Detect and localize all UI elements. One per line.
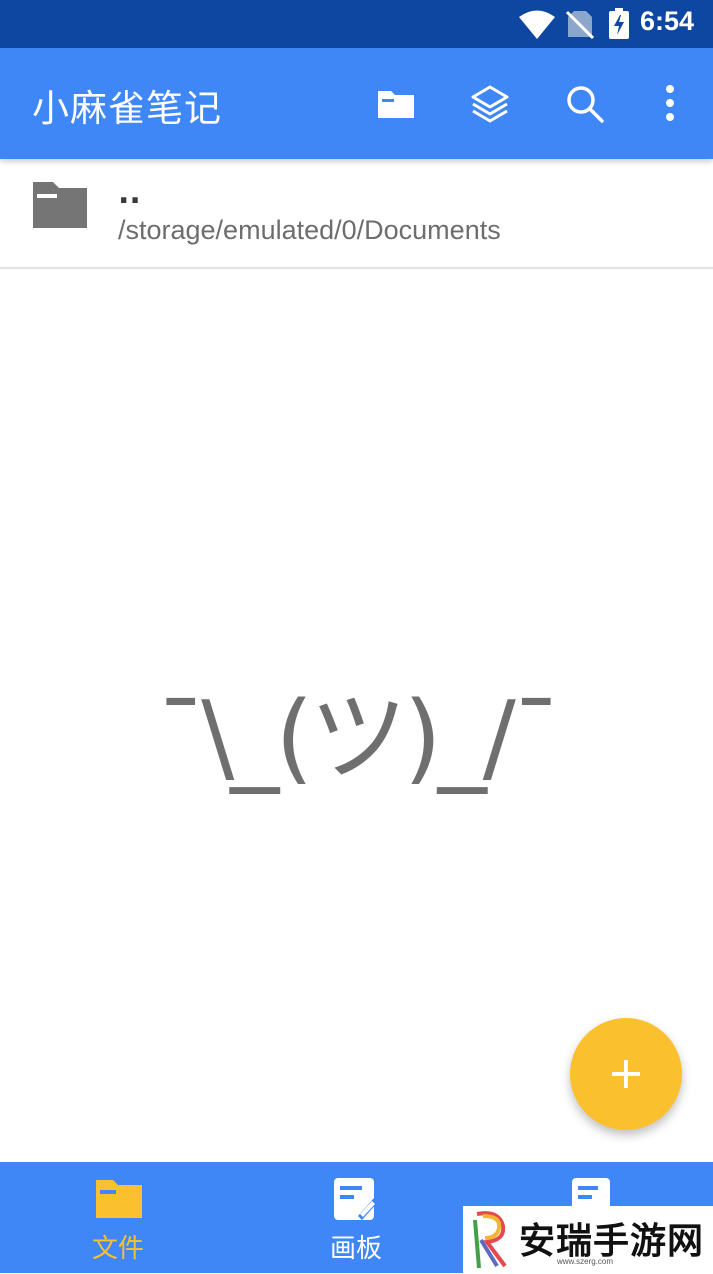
add-button[interactable] [570,1018,682,1130]
list-item[interactable]: .. /storage/emulated/0/Documents [0,159,713,269]
status-time: 6:54 [640,6,695,36]
app-bar: 小麻雀笔记 [0,48,713,159]
folder-icon [94,1176,144,1224]
app-title: 小麻雀笔记 [32,87,222,130]
folder-icon[interactable] [376,84,416,124]
note-edit-icon [332,1176,378,1226]
nav-label-board: 画板 [329,1234,382,1264]
battery-charging-icon [608,8,630,44]
watermark-url: www.szerg.com [557,1257,614,1266]
watermark: 安瑞手游网 www.szerg.com [463,1206,713,1273]
plus-icon [612,1060,640,1088]
nav-item-files[interactable]: 文件 [48,1162,188,1273]
wifi-icon [518,10,556,44]
status-bar: 6:54 [0,0,713,48]
no-sim-icon [565,9,595,43]
empty-state-emoticon: ¯\_(ツ)_/¯ [156,681,561,795]
folder-icon [31,180,89,234]
nav-item-board[interactable]: 画板 [286,1162,426,1273]
watermark-logo-icon [469,1210,517,1274]
file-path: /storage/emulated/0/Documents [118,215,501,245]
nav-label-files: 文件 [91,1234,144,1264]
more-vert-icon[interactable] [650,84,690,124]
layers-icon[interactable] [470,84,510,124]
search-icon[interactable] [565,84,605,124]
file-name: .. [118,176,141,211]
